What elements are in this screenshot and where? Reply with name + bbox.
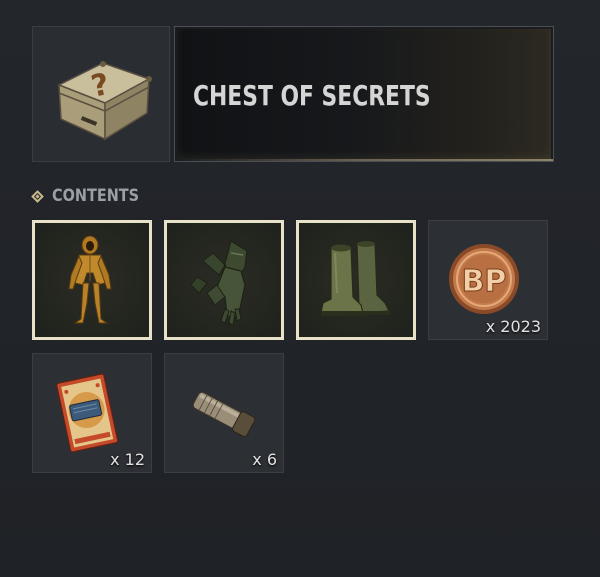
item-slot-gloves[interactable] — [164, 220, 284, 340]
item-slot-hazmat-suit[interactable] — [32, 220, 152, 340]
boots-icon — [320, 241, 391, 316]
contents-label: CONTENTS — [52, 186, 140, 206]
mystery-chest-icon: ? — [57, 61, 152, 141]
item-slot-capsule[interactable]: x 6 — [164, 353, 284, 473]
quantity-label: x 2023 — [485, 317, 541, 336]
item-slot-bp-coin[interactable]: BP x 2023 — [428, 220, 548, 340]
page-title: CHEST OF SECRETS — [193, 79, 431, 112]
diamond-bullet-icon — [31, 189, 44, 203]
chest-icon-frame: ? — [32, 26, 170, 162]
item-slot-boots[interactable] — [296, 220, 416, 340]
quantity-label: x 12 — [110, 450, 145, 469]
contents-heading: CONTENTS — [30, 185, 154, 207]
title-banner: CHEST OF SECRETS — [174, 26, 554, 162]
svg-text:BP: BP — [462, 264, 507, 299]
gloves-icon — [190, 240, 248, 326]
item-slot-ticket[interactable]: x 12 — [32, 353, 152, 473]
quantity-label: x 6 — [252, 450, 277, 469]
hazmat-suit-icon — [68, 235, 112, 324]
